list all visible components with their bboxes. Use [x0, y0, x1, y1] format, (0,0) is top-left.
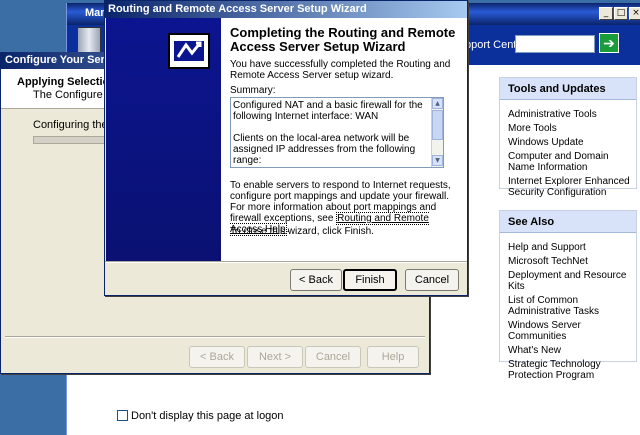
rras-intro-text: You have successfully completed the Rout… [230, 59, 451, 81]
config-cancel-button[interactable]: Cancel [305, 346, 361, 368]
link-server-communities[interactable]: Windows Server Communities [500, 320, 636, 342]
rras-heading: Completing the Routing and Remote Access… [230, 25, 456, 54]
go-arrow-icon[interactable]: ➔ [599, 33, 619, 53]
dont-display-option[interactable]: Don't display this page at logon [117, 410, 284, 422]
rras-finish-button[interactable]: Finish [343, 269, 397, 291]
rras-summary-text: Configured NAT and a basic firewall for … [233, 100, 423, 166]
right-pane: Tools and Updates Administrative Tools M… [497, 65, 640, 435]
tools-updates-heading: Tools and Updates [500, 78, 636, 100]
summary-scrollbar[interactable]: ▲ ▼ [431, 98, 443, 167]
rras-separator [105, 261, 467, 263]
link-help-support[interactable]: Help and Support [500, 242, 636, 253]
close-button[interactable]: × [629, 7, 640, 20]
rras-summary-label: Summary: [230, 85, 276, 96]
see-also-panel: See Also Help and Support Microsoft Tech… [499, 210, 637, 381]
minimize-button[interactable]: _ [599, 7, 613, 20]
link-whats-new[interactable]: What's New [500, 345, 636, 356]
link-computer-domain-name[interactable]: Computer and Domain Name Information [500, 151, 636, 173]
link-more-tools[interactable]: More Tools [500, 123, 636, 134]
tools-updates-panel: Tools and Updates Administrative Tools M… [499, 77, 637, 198]
rras-content-area: Completing the Routing and Remote Access… [221, 18, 467, 261]
scroll-thumb[interactable] [432, 110, 443, 140]
config-separator [5, 336, 425, 338]
support-search-input[interactable] [515, 35, 595, 53]
rras-summary-textbox[interactable]: Configured NAT and a basic firewall for … [230, 97, 444, 168]
routing-wizard-icon [168, 33, 210, 69]
link-tech-protection[interactable]: Strategic Technology Protection Program [500, 359, 636, 381]
config-back-button[interactable]: < Back [189, 346, 245, 368]
rras-cancel-button[interactable]: Cancel [405, 269, 459, 291]
link-technet[interactable]: Microsoft TechNet [500, 256, 636, 267]
rras-back-button[interactable]: < Back [290, 269, 342, 291]
link-common-admin-tasks[interactable]: List of Common Administrative Tasks [500, 295, 636, 317]
config-next-button[interactable]: Next > [247, 346, 303, 368]
scroll-up-icon[interactable]: ▲ [432, 98, 443, 109]
config-progress-bar [33, 136, 105, 144]
maximize-button[interactable]: □ [614, 7, 628, 20]
link-deployment-kits[interactable]: Deployment and Resource Kits [500, 270, 636, 292]
config-help-button[interactable]: Help [367, 346, 419, 368]
rras-close-note: To close this wizard, click Finish. [230, 226, 374, 237]
link-windows-update[interactable]: Windows Update [500, 137, 636, 148]
dont-display-checkbox[interactable] [117, 410, 128, 421]
rras-setup-wizard: Routing and Remote Access Server Setup W… [104, 0, 468, 296]
rras-window-title: Routing and Remote Access Server Setup W… [108, 3, 367, 15]
rras-titlebar: Routing and Remote Access Server Setup W… [105, 1, 467, 18]
link-ie-enhanced-security[interactable]: Internet Explorer Enhanced Security Conf… [500, 176, 636, 198]
rras-wizard-side-banner [106, 18, 221, 261]
scroll-down-icon[interactable]: ▼ [432, 155, 443, 166]
link-administrative-tools[interactable]: Administrative Tools [500, 109, 636, 120]
dont-display-label: Don't display this page at logon [131, 410, 284, 422]
see-also-heading: See Also [500, 211, 636, 233]
